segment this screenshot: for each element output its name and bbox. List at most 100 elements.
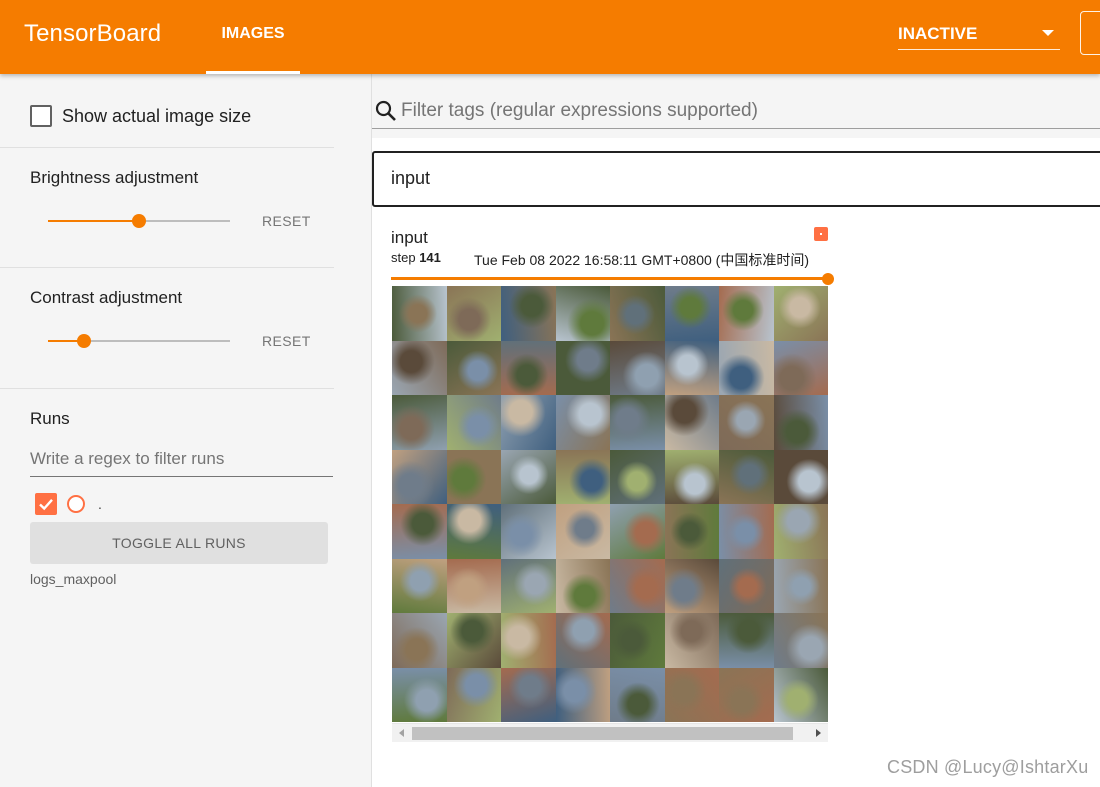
brightness-title: Brightness adjustment (30, 168, 199, 187)
image-thumbnail (501, 504, 556, 559)
image-thumbnail (773, 340, 828, 395)
image-thumbnail (446, 286, 501, 341)
slider-thumb[interactable] (77, 334, 92, 348)
image-thumbnail (719, 449, 774, 504)
image-thumbnail (610, 449, 665, 504)
image-thumbnail (719, 395, 774, 450)
scrollbar-thumb[interactable] (412, 727, 793, 740)
active-tab-indicator (206, 71, 300, 74)
app-title: TensorBoard (24, 20, 162, 47)
tag-group-name: input (391, 168, 431, 188)
inactive-dashboards-select[interactable]: INACTIVE (898, 16, 1060, 50)
image-thumbnail (664, 395, 719, 450)
step-label: step (391, 250, 416, 265)
image-thumbnail (392, 504, 447, 559)
inactive-select-label: INACTIVE (898, 24, 978, 43)
image-thumbnail (501, 286, 556, 341)
step-timestamp: Tue Feb 08 2022 16:58:11 GMT+0800 (中国标准时… (474, 252, 809, 268)
image-grid (392, 286, 828, 722)
image-thumbnail (555, 504, 610, 559)
horizontal-scrollbar[interactable] (392, 723, 828, 742)
run-checkbox[interactable] (35, 493, 57, 515)
image-card: input step 141 Tue Feb 08 2022 16:58:11 … (391, 224, 834, 754)
image-thumbnail (773, 449, 828, 504)
image-thumbnail (392, 613, 447, 668)
image-thumbnail (719, 558, 774, 613)
image-thumbnail (446, 504, 501, 559)
brightness-reset-button[interactable]: RESET (262, 213, 311, 229)
divider (0, 147, 334, 148)
image-thumbnail (392, 395, 447, 450)
image-thumbnail (610, 395, 665, 450)
scroll-left-icon[interactable] (399, 729, 404, 737)
image-thumbnail (501, 613, 556, 668)
tab-images[interactable]: IMAGES (206, 0, 300, 74)
slider-thumb[interactable] (132, 214, 146, 228)
toolbar-button[interactable] (1080, 11, 1100, 55)
image-thumbnail (555, 340, 610, 395)
show-actual-size-checkbox[interactable] (30, 105, 52, 127)
contrast-slider[interactable] (48, 331, 230, 351)
image-thumbnail (392, 449, 447, 504)
image-thumbnail (446, 558, 501, 613)
image-thumbnail (773, 667, 828, 722)
image-thumbnail (664, 504, 719, 559)
image-thumbnail (392, 340, 447, 395)
image-thumbnail (501, 340, 556, 395)
image-thumbnail (501, 558, 556, 613)
image-thumbnail (773, 613, 828, 668)
image-thumbnail (664, 449, 719, 504)
chevron-down-icon (1042, 30, 1054, 36)
toggle-all-runs-button[interactable]: TOGGLE ALL RUNS (30, 522, 328, 564)
image-thumbnail (664, 613, 719, 668)
image-thumbnail (719, 613, 774, 668)
step-slider[interactable] (391, 273, 834, 287)
show-actual-size-toggle[interactable]: Show actual image size (30, 105, 251, 127)
checkmark-icon (39, 498, 53, 511)
image-thumbnail (610, 340, 665, 395)
image-thumbnail (501, 395, 556, 450)
image-thumbnail (773, 558, 828, 613)
contrast-reset-button[interactable]: RESET (262, 333, 311, 349)
image-thumbnail (446, 449, 501, 504)
run-item: . (35, 493, 102, 515)
image-thumbnail (719, 667, 774, 722)
run-filter-input[interactable]: Write a regex to filter runs (30, 446, 333, 477)
image-thumbnail (773, 395, 828, 450)
run-name: . (98, 496, 102, 512)
image-thumbnail (610, 286, 665, 341)
image-thumbnail (719, 340, 774, 395)
card-title: input (391, 228, 428, 247)
contrast-title: Contrast adjustment (30, 288, 183, 307)
image-thumbnail (610, 667, 665, 722)
image-thumbnail (501, 667, 556, 722)
step-slider-thumb[interactable] (822, 273, 834, 285)
image-thumbnail (610, 504, 665, 559)
image-thumbnail (446, 667, 501, 722)
image-thumbnail (555, 667, 610, 722)
sidebar: Show actual image size Brightness adjust… (0, 74, 334, 787)
gutter (334, 74, 371, 787)
step-slider-fill (391, 277, 828, 280)
image-thumbnail (555, 286, 610, 341)
divider (0, 267, 334, 268)
log-directory: logs_maxpool (30, 571, 117, 587)
runs-title: Runs (30, 409, 70, 428)
divider (0, 388, 334, 389)
image-thumbnail (773, 504, 828, 559)
run-color-indicator (814, 227, 828, 241)
image-thumbnail (392, 667, 447, 722)
run-radio-button[interactable] (67, 495, 85, 513)
image-thumbnail (392, 558, 447, 613)
image-thumbnail (664, 286, 719, 341)
brightness-slider[interactable] (48, 211, 230, 231)
image-thumbnail (719, 504, 774, 559)
image-thumbnail (664, 340, 719, 395)
tag-filter-input[interactable]: Filter tags (regular expressions support… (372, 94, 1100, 129)
image-thumbnail (719, 286, 774, 341)
tag-group-header[interactable]: input (372, 151, 1100, 207)
image-thumbnail (610, 613, 665, 668)
scroll-right-icon[interactable] (816, 729, 821, 737)
show-actual-size-label: Show actual image size (62, 105, 252, 126)
image-thumbnail (664, 667, 719, 722)
